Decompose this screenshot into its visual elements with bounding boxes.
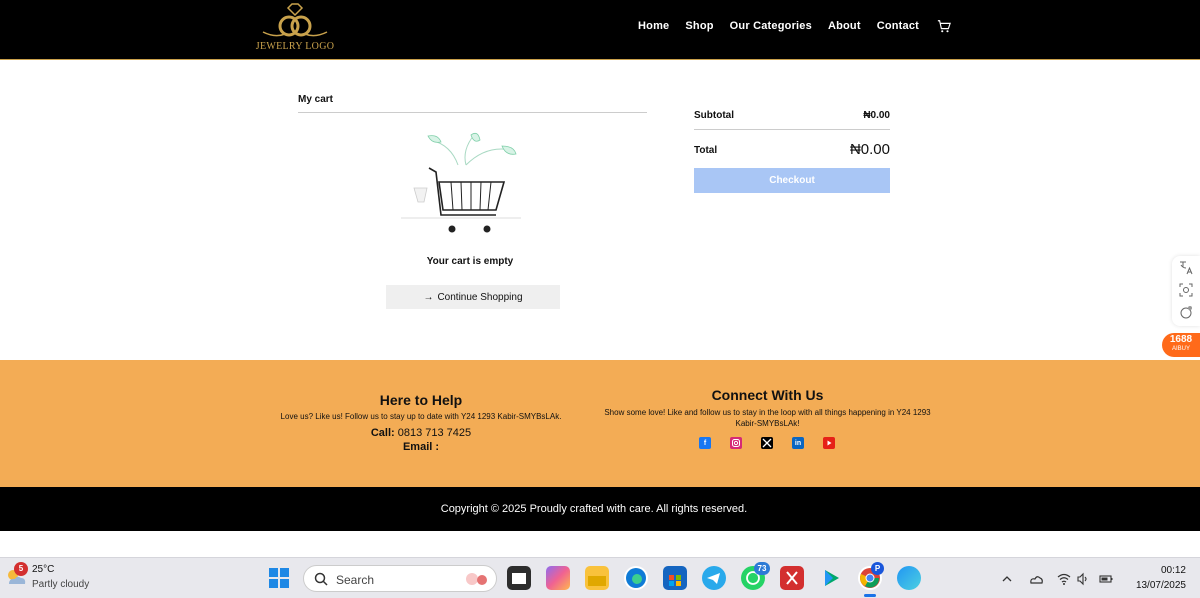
logo-rings-icon xyxy=(262,3,328,37)
battery-icon[interactable] xyxy=(1099,572,1113,586)
edge-icon[interactable] xyxy=(624,566,648,590)
social-links: f in xyxy=(699,437,835,449)
chrome-profile-badge: P xyxy=(871,562,884,575)
taskbar-search-box[interactable]: Search xyxy=(303,565,497,592)
assistant-icon[interactable] xyxy=(1178,304,1194,320)
copilot-icon[interactable] xyxy=(546,566,570,590)
search-highlight-icon xyxy=(466,573,487,585)
whatsapp-unread-badge: 73 xyxy=(754,562,770,575)
instagram-icon[interactable] xyxy=(730,437,742,449)
telegram-icon[interactable] xyxy=(702,566,726,590)
weather-temperature[interactable]: 25°C xyxy=(32,564,54,575)
cart-title: My cart xyxy=(298,94,334,105)
help-title: Here to Help xyxy=(379,392,463,408)
volume-icon[interactable] xyxy=(1076,572,1090,586)
site-header: JEWELRY LOGO Home Shop Our Categories Ab… xyxy=(0,0,1200,60)
cart-icon[interactable] xyxy=(937,19,951,33)
continue-shopping-label: Continue Shopping xyxy=(437,291,523,303)
summary-divider xyxy=(694,129,890,130)
subtotal-label: Subtotal xyxy=(694,110,734,121)
weather-condition[interactable]: Partly cloudy xyxy=(32,579,89,590)
windows-start-icon[interactable] xyxy=(269,568,289,588)
chevron-up-icon[interactable] xyxy=(1000,572,1014,586)
translate-icon[interactable] xyxy=(1178,260,1194,276)
cart-divider xyxy=(298,112,647,113)
nav-contact[interactable]: Contact xyxy=(877,20,919,32)
onedrive-cloud-icon[interactable] xyxy=(1029,572,1043,586)
wifi-icon[interactable] xyxy=(1057,572,1071,586)
linkedin-icon[interactable]: in xyxy=(792,437,804,449)
nav-shop[interactable]: Shop xyxy=(685,20,713,32)
aibuy-badge[interactable]: 1688 AIBUY xyxy=(1162,333,1200,357)
connect-title: Connect With Us xyxy=(711,387,824,403)
continue-shopping-button[interactable]: → Continue Shopping xyxy=(386,285,560,309)
pdf-reader-icon[interactable] xyxy=(780,566,804,590)
search-icon xyxy=(314,572,328,586)
help-subtitle: Love us? Like us! Follow us to stay up t… xyxy=(280,412,562,421)
connect-subtitle: Show some love! Like and follow us to st… xyxy=(604,408,931,428)
total-value: ₦0.00 xyxy=(849,141,890,158)
file-explorer-icon[interactable] xyxy=(585,566,609,590)
clock-time[interactable]: 00:12 xyxy=(1130,565,1186,576)
nav-about[interactable]: About xyxy=(828,20,861,32)
active-app-indicator xyxy=(864,594,876,597)
facebook-icon[interactable]: f xyxy=(699,437,711,449)
arrow-right-icon: → xyxy=(423,291,434,303)
nav-home[interactable]: Home xyxy=(638,20,669,32)
call-line: Call: 0813 713 7425 xyxy=(280,427,562,439)
site-footer: Here to Help Love us? Like us! Follow us… xyxy=(0,360,1200,487)
nav-categories[interactable]: Our Categories xyxy=(730,20,812,32)
call-number[interactable]: 0813 713 7425 xyxy=(398,427,471,439)
clock-date[interactable]: 13/07/2025 xyxy=(1124,580,1186,591)
play-store-icon[interactable] xyxy=(819,566,843,590)
x-icon[interactable] xyxy=(761,437,773,449)
side-toolbar xyxy=(1172,256,1200,326)
microsoft-store-icon[interactable] xyxy=(663,566,687,590)
jewelry-logo[interactable]: JEWELRY LOGO xyxy=(255,2,335,54)
copilot-app-icon[interactable] xyxy=(897,566,921,590)
search-placeholder: Search xyxy=(336,573,375,587)
empty-cart-message: Your cart is empty xyxy=(426,256,514,267)
copyright-bar: Copyright © 2025 Proudly crafted with ca… xyxy=(0,487,1200,531)
subtotal-value: ₦0.00 xyxy=(863,110,890,121)
email-label: Email : xyxy=(402,441,440,453)
task-view-icon[interactable] xyxy=(507,566,531,590)
copyright-text: Copyright © 2025 Proudly crafted with ca… xyxy=(440,503,748,515)
logo-text: JEWELRY LOGO xyxy=(255,41,335,52)
empty-cart-illustration xyxy=(401,132,521,233)
aibuy-label: AIBUY xyxy=(1171,346,1190,352)
youtube-icon[interactable] xyxy=(823,437,835,449)
main-nav: Home Shop Our Categories About Contact xyxy=(638,19,951,33)
weather-notification-badge: 5 xyxy=(14,562,28,576)
windows-taskbar: 5 25°C Partly cloudy Search 73 P 00:12 1… xyxy=(0,557,1200,598)
call-label: Call: xyxy=(370,427,395,439)
total-label: Total xyxy=(694,145,718,156)
screenshot-search-icon[interactable] xyxy=(1178,282,1194,298)
aibuy-number: 1688 xyxy=(1169,334,1193,345)
checkout-button[interactable]: Checkout xyxy=(694,168,890,193)
